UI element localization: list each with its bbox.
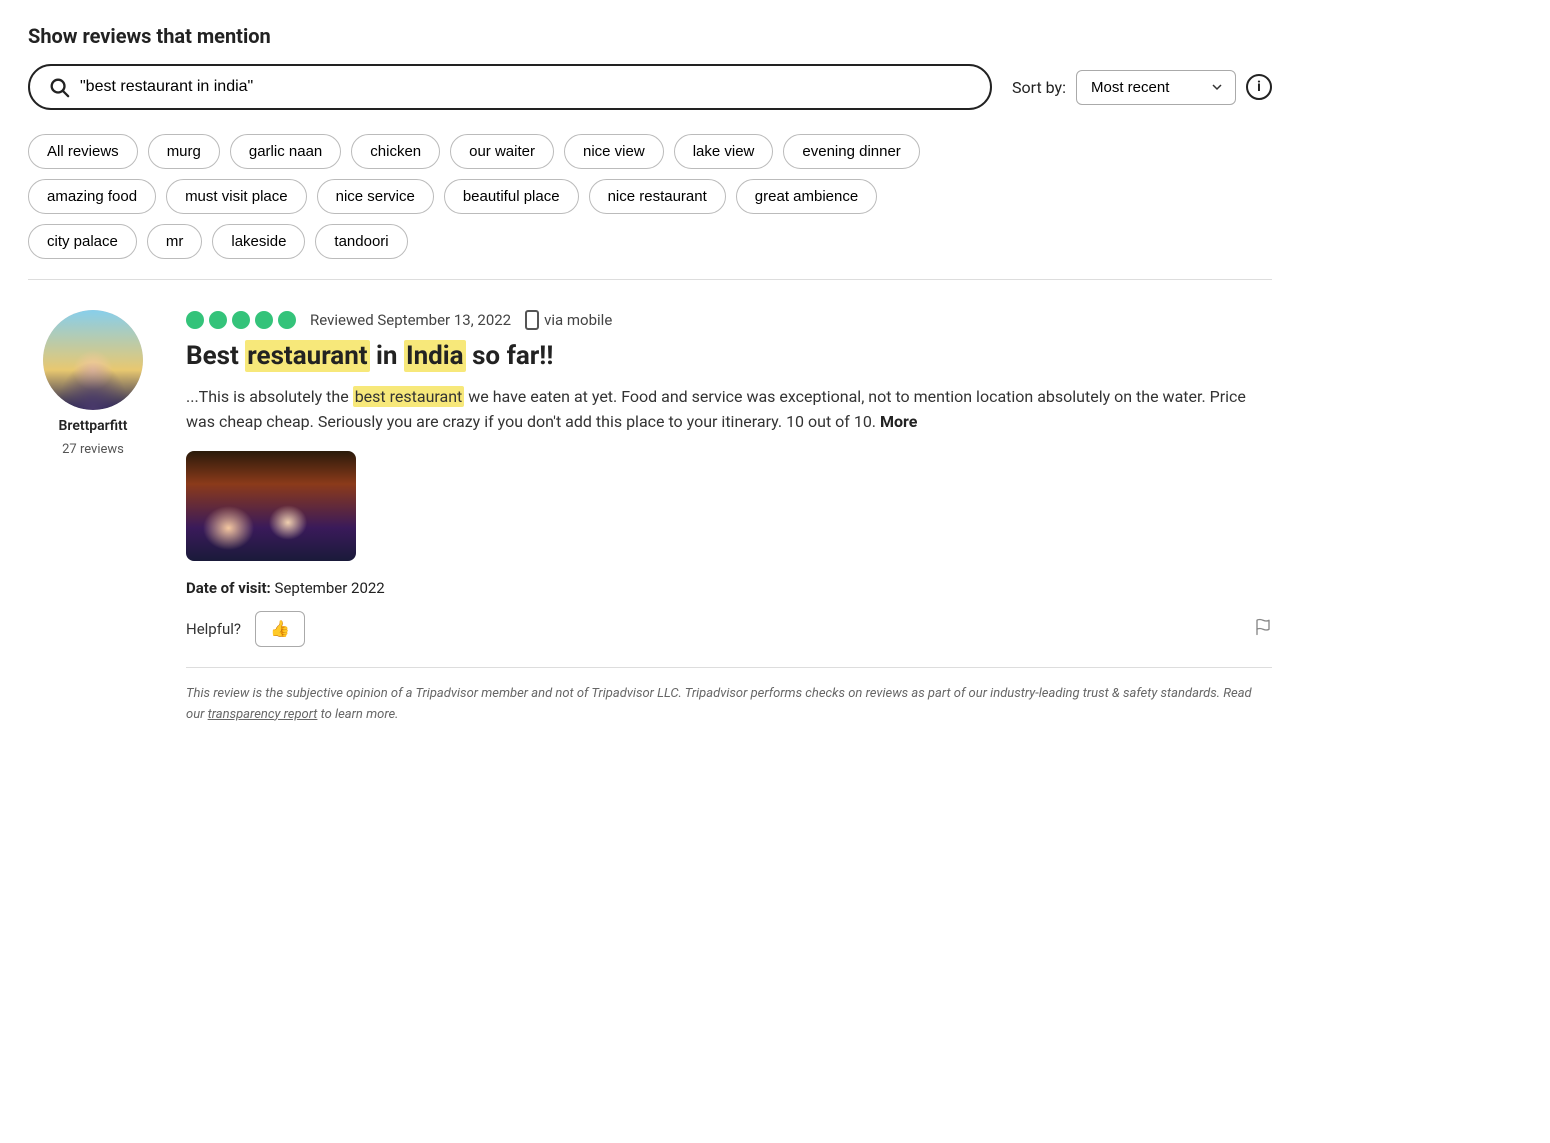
tag-city-palace[interactable]: city palace [28,224,137,259]
body-prefix: ...This is absolutely the [186,387,353,406]
tag-mr[interactable]: mr [147,224,203,259]
sort-select[interactable]: Most recent Most helpful Highest rating … [1076,70,1236,105]
search-icon [48,76,70,98]
date-of-visit: Date of visit: September 2022 [186,579,1272,597]
section-divider [28,279,1272,280]
disclaimer-link[interactable]: transparency report [208,707,318,722]
rating-dot-3 [232,311,250,329]
search-box [28,64,992,110]
show-reviews-header: Show reviews that mention [28,24,1272,48]
info-icon[interactable]: i [1246,74,1272,100]
reviewer-review-count: 27 reviews [62,442,124,457]
tag-amazing-food[interactable]: amazing food [28,179,156,214]
helpful-row: Helpful? 👍 [186,611,1272,647]
tag-garlic-naan[interactable]: garlic naan [230,134,341,169]
tag-murg[interactable]: murg [148,134,220,169]
avatar-image [43,310,143,410]
review-photo-image [186,451,356,561]
flag-button[interactable] [1254,618,1272,640]
review-section: Brettparfitt 27 reviews Reviewed Septemb… [28,300,1272,726]
tag-lake-view[interactable]: lake view [674,134,774,169]
review-photo[interactable] [186,451,356,561]
tags-row-3: city palace mr lakeside tandoori [28,224,1272,259]
tag-must-visit-place[interactable]: must visit place [166,179,307,214]
review-content: Reviewed September 13, 2022 via mobile B… [186,310,1272,726]
tag-lakeside[interactable]: lakeside [212,224,305,259]
tags-row-2: amazing food must visit place nice servi… [28,179,1272,214]
tags-section: All reviews murg garlic naan chicken our… [28,134,1272,259]
mobile-icon [525,310,539,330]
title-suffix: so far!! [466,341,554,371]
tag-nice-restaurant[interactable]: nice restaurant [589,179,726,214]
rating-dots [186,311,296,329]
tag-nice-view[interactable]: nice view [564,134,664,169]
review-title: Best restaurant in India so far!! [186,340,1272,374]
rating-dot-5 [278,311,296,329]
title-highlight-india: India [404,340,466,372]
helpful-left: Helpful? 👍 [186,611,305,647]
via-mobile: via mobile [525,310,612,330]
sort-label: Sort by: [1012,78,1066,97]
tag-chicken[interactable]: chicken [351,134,440,169]
disclaimer: This review is the subjective opinion of… [186,667,1272,726]
disclaimer-suffix: to learn more. [321,707,399,722]
date-label: Date of visit: [186,579,271,597]
title-middle: in [370,341,404,371]
title-highlight-restaurant: restaurant [245,340,369,372]
rating-dot-2 [209,311,227,329]
rating-dot-1 [186,311,204,329]
search-input[interactable] [80,78,972,96]
thumbs-up-icon: 👍 [270,619,290,639]
show-reviews-label: Show reviews that mention [28,24,1272,48]
reviewed-date: Reviewed September 13, 2022 [310,311,511,329]
reviewer-info: Brettparfitt 27 reviews [28,310,158,726]
tag-beautiful-place[interactable]: beautiful place [444,179,579,214]
via-mobile-text: via mobile [544,311,612,329]
tag-evening-dinner[interactable]: evening dinner [783,134,919,169]
tags-row-1: All reviews murg garlic naan chicken our… [28,134,1272,169]
date-value: September 2022 [275,579,385,597]
more-link[interactable]: More [880,412,917,431]
tag-nice-service[interactable]: nice service [317,179,434,214]
review-meta: Reviewed September 13, 2022 via mobile [186,310,1272,330]
helpful-button[interactable]: 👍 [255,611,305,647]
body-highlight: best restaurant [353,386,465,407]
sort-row: Sort by: Most recent Most helpful Highes… [1012,70,1272,105]
tag-great-ambience[interactable]: great ambience [736,179,877,214]
review-body: ...This is absolutely the best restauran… [186,384,1272,435]
helpful-label: Helpful? [186,620,241,638]
tag-all-reviews[interactable]: All reviews [28,134,138,169]
title-prefix: Best [186,341,245,371]
rating-dot-4 [255,311,273,329]
reviewer-name: Brettparfitt [59,418,128,434]
flag-icon [1254,618,1272,636]
tag-our-waiter[interactable]: our waiter [450,134,554,169]
avatar [43,310,143,410]
search-sort-row: Sort by: Most recent Most helpful Highes… [28,64,1272,110]
tag-tandoori[interactable]: tandoori [315,224,407,259]
